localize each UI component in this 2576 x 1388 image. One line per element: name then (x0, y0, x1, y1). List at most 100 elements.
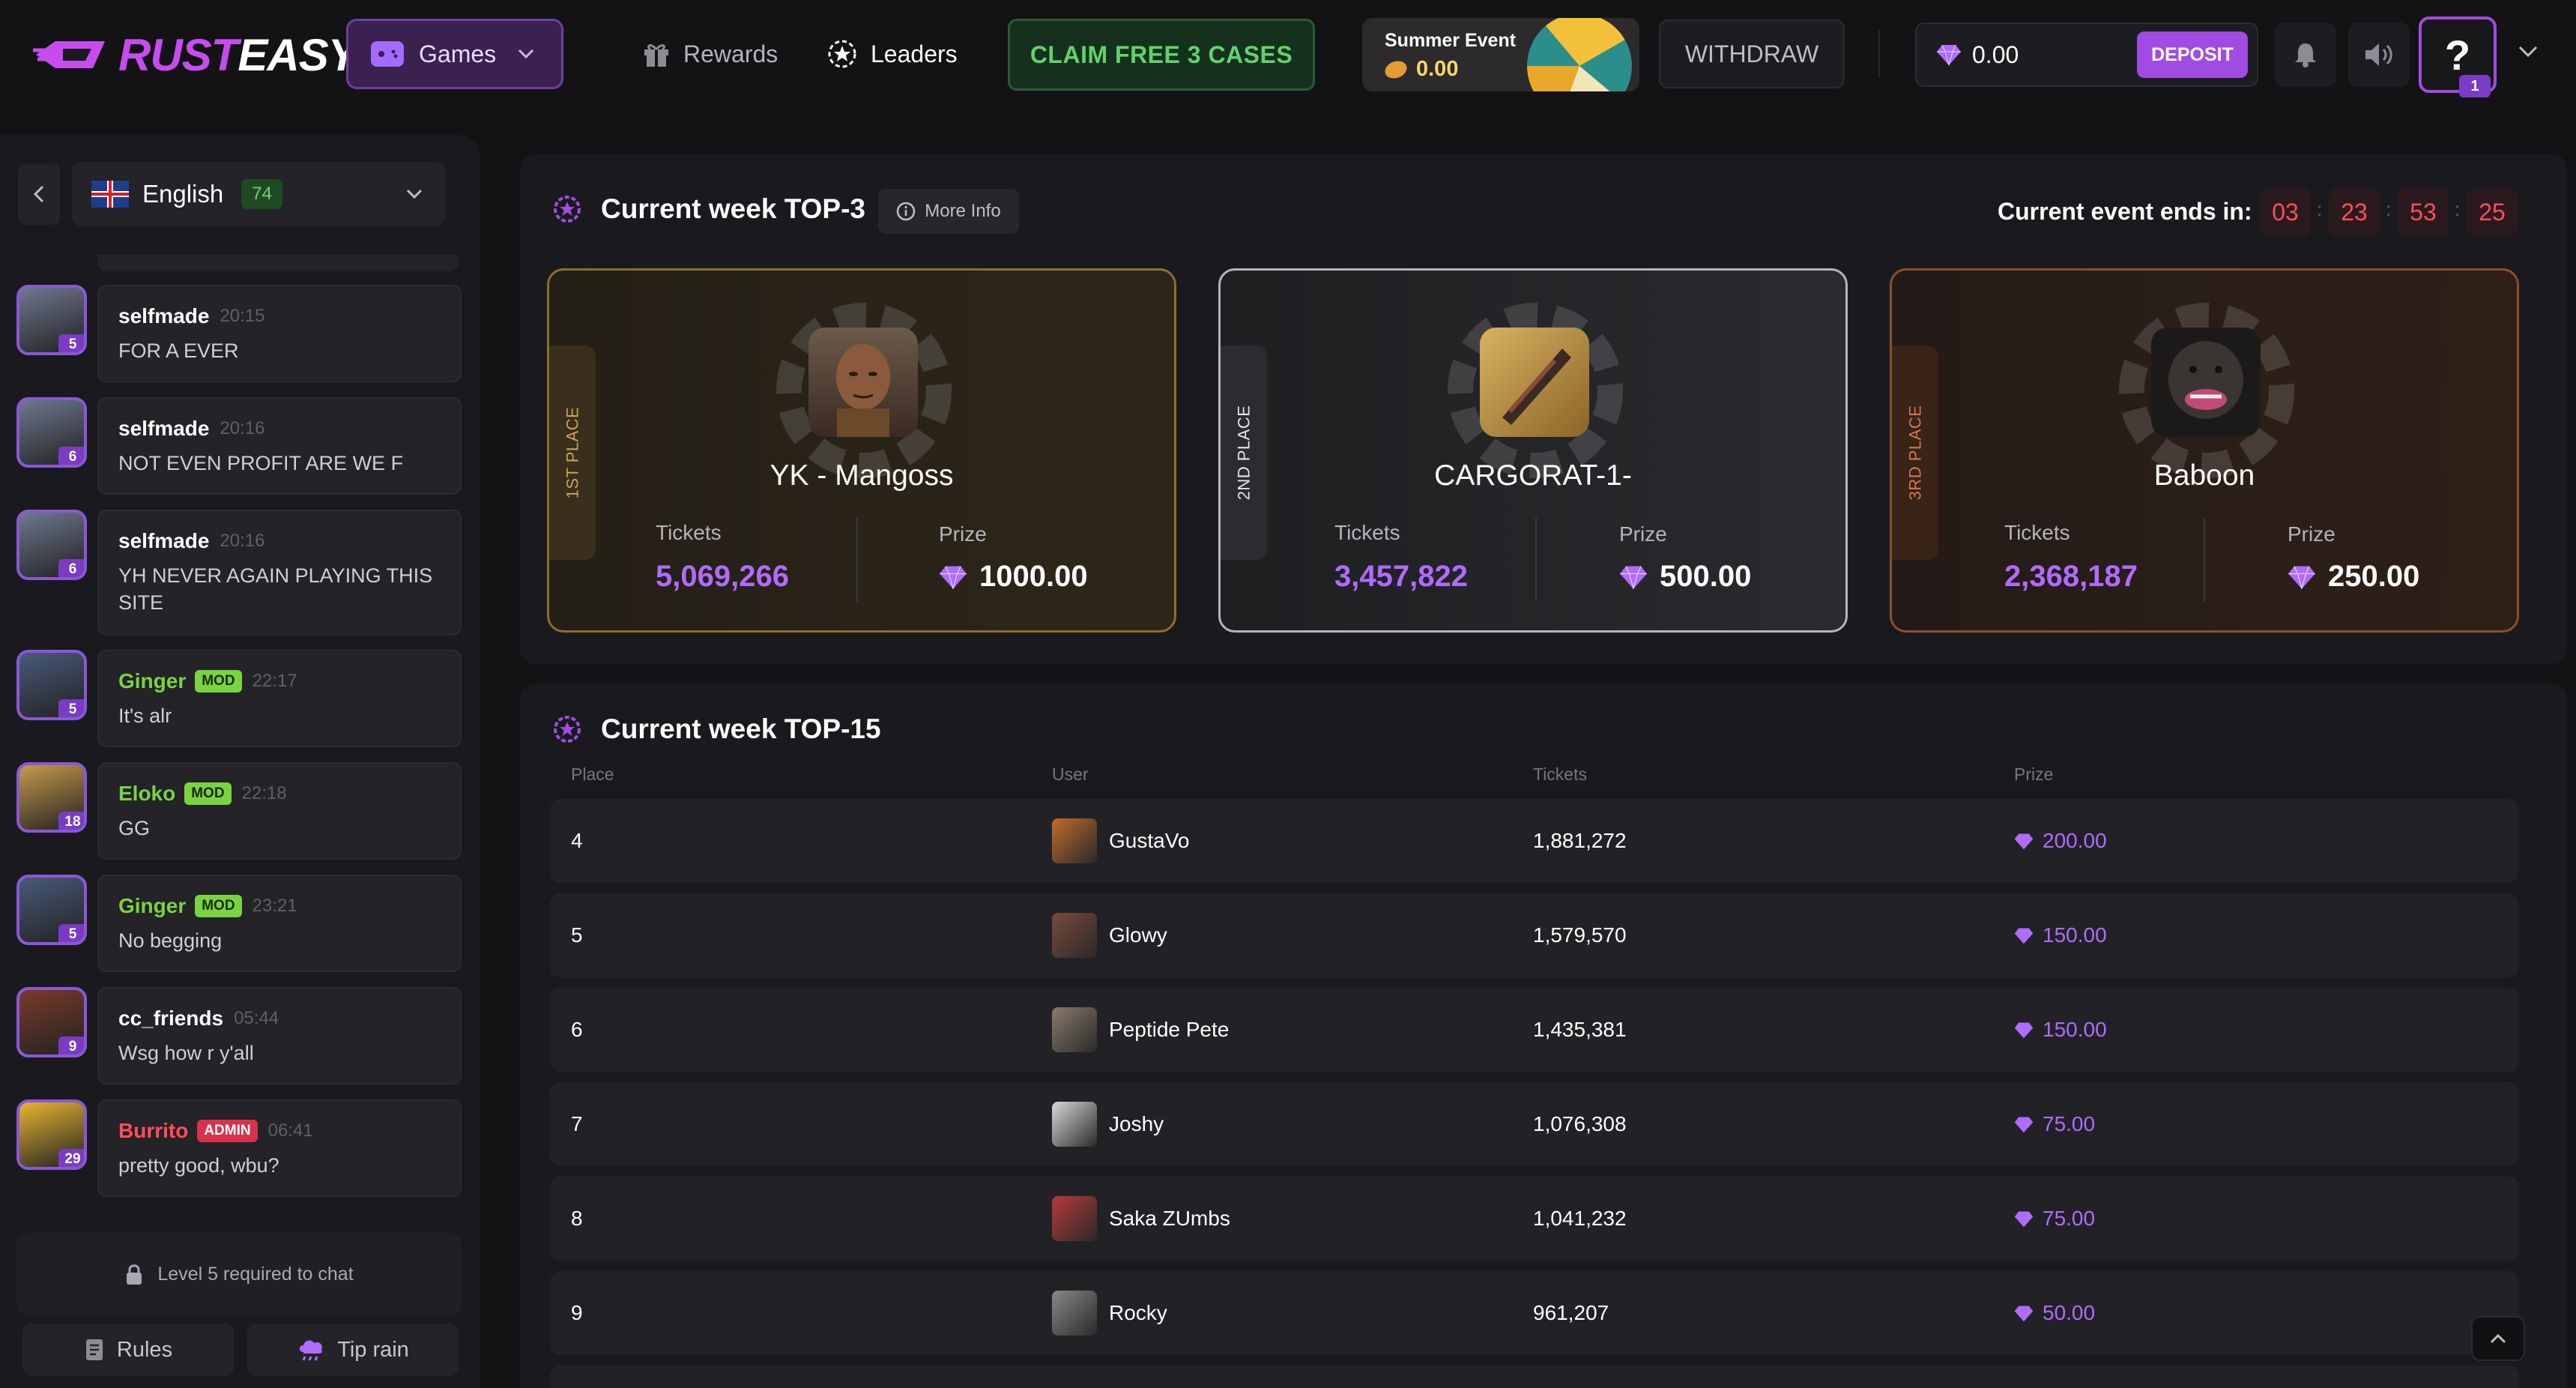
more-info-button[interactable]: More Info (878, 189, 1019, 234)
chevron-down-icon (518, 49, 534, 59)
tip-rain-button[interactable]: Tip rain (247, 1324, 459, 1376)
prize-value: 250.00 (2288, 560, 2419, 594)
chat-locked-notice: Level 5 required to chat (16, 1233, 462, 1315)
bell-icon (2295, 43, 2316, 67)
chat-username[interactable]: Eloko (118, 782, 175, 806)
help-button[interactable]: ? 1 (2419, 16, 2497, 97)
avatar[interactable]: 6 (16, 397, 87, 468)
prize-amount: 150.00 (2043, 1018, 2107, 1041)
tip-rain-label: Tip rain (337, 1337, 409, 1362)
chat-bubble: selfmade 20:16 YH NEVER AGAIN PLAYING THIS… (97, 510, 462, 636)
user-cell: Joshy (1052, 1082, 1164, 1166)
language-label: English (142, 180, 224, 208)
prize-amount: 75.00 (2043, 1112, 2096, 1135)
gift-icon (644, 44, 668, 67)
table-row[interactable]: 6 Peptide Pete 1,435,381 150.00 (550, 988, 2519, 1072)
level-badge: 5 (58, 924, 84, 942)
username[interactable]: Peptide Pete (1109, 1018, 1229, 1042)
avatar[interactable]: 5 (16, 875, 87, 945)
chat-message: 18 Eloko MOD 22:18 GG (16, 762, 462, 860)
tickets-cell: 1,041,232 (1533, 1207, 1627, 1230)
username[interactable]: GustaVo (1109, 829, 1189, 853)
third-place-card[interactable]: 3RD PLACE Baboon Tickets 2,368,187 Prize… (1890, 268, 2519, 633)
summer-event-widget[interactable]: Summer Event 0.00 (1362, 18, 1639, 91)
lock-icon (127, 1264, 142, 1285)
second-place-card[interactable]: 2ND PLACE CARGORAT-1- Tickets 3,457,822 … (1218, 268, 1848, 633)
chat-username[interactable]: selfmade (118, 529, 209, 553)
logo-part-rust: RUST (118, 29, 238, 80)
top3-title: Current week TOP-3 (551, 193, 865, 225)
summer-event-title: Summer Event (1385, 30, 1517, 51)
place-ribbon: 3RD PLACE (1892, 346, 1938, 560)
level-badge: 6 (58, 559, 84, 577)
collapse-chat-button[interactable] (18, 163, 60, 225)
logo-text: RUSTEASY (118, 29, 358, 81)
top15-title-text: Current week TOP-15 (601, 713, 881, 744)
chat-username[interactable]: selfmade (118, 304, 209, 328)
chat-message: 5 Ginger MOD 23:21 No begging (16, 875, 462, 972)
nav-leaders[interactable]: Leaders (826, 30, 958, 78)
first-place-card[interactable]: 1ST PLACE YK - Mangoss Tickets 5,069,266… (547, 268, 1176, 633)
chat-username[interactable]: Burrito (118, 1119, 188, 1143)
top3-title-text: Current week TOP-3 (601, 193, 865, 224)
sound-toggle-button[interactable] (2348, 22, 2410, 87)
role-badge: ADMIN (197, 1120, 258, 1142)
table-row[interactable]: 8 Saka ZUmbs 1,041,232 75.00 (550, 1177, 2519, 1261)
chat-bubble: Ginger MOD 22:17 It's alr (97, 650, 462, 747)
language-selector[interactable]: English 74 (72, 162, 445, 226)
prize-label: Prize (2288, 522, 2335, 546)
column-header-user: User (1052, 764, 1089, 784)
avatar[interactable]: 18 (16, 762, 87, 833)
chat-message-partial (97, 255, 459, 271)
withdraw-button[interactable]: WITHDRAW (1659, 19, 1845, 88)
prize-cell: 50.00 (2014, 1271, 2095, 1355)
chat-message: 5 selfmade 20:15 FOR A EVER (16, 285, 462, 382)
avatar[interactable]: 5 (16, 285, 87, 355)
nav-rewards[interactable]: Rewards (641, 30, 778, 78)
countdown-minutes: 53 (2398, 189, 2449, 235)
username[interactable]: Rocky (1109, 1301, 1167, 1325)
card-divider (2204, 518, 2205, 602)
chat-username[interactable]: Ginger (118, 894, 186, 918)
chat-text: Wsg how r y'all (118, 1042, 254, 1064)
table-row[interactable]: 7 Joshy 1,076,308 75.00 (550, 1082, 2519, 1166)
avatar[interactable]: 9 (16, 987, 87, 1057)
chat-username[interactable]: Ginger (118, 669, 186, 693)
table-row[interactable]: 4 GustaVo 1,881,272 200.00 (550, 799, 2519, 883)
username[interactable]: Saka ZUmbs (1109, 1207, 1230, 1231)
place-cell: 8 (571, 1207, 583, 1230)
gem-icon (2288, 565, 2315, 589)
summer-event-value: 0.00 (1382, 57, 1458, 82)
notifications-button[interactable] (2275, 22, 2336, 87)
tickets-label: Tickets (2004, 521, 2070, 544)
table-row[interactable]: 5 Glowy 1,579,570 150.00 (550, 893, 2519, 977)
deposit-button[interactable]: DEPOSIT (2137, 31, 2248, 78)
user-cell: Glowy (1052, 893, 1167, 977)
avatar[interactable]: 29 (16, 1099, 87, 1170)
site-logo[interactable]: RUSTEASY (33, 28, 358, 81)
prize-amount: 1000.00 (979, 560, 1088, 593)
chat-timestamp: 20:16 (220, 531, 265, 551)
username[interactable]: Glowy (1109, 923, 1167, 947)
avatar[interactable]: 5 (16, 650, 87, 720)
chat-username[interactable]: selfmade (118, 417, 209, 441)
place-cell: 4 (571, 829, 583, 852)
speaker-icon (2365, 43, 2392, 66)
account-menu-chevron-icon[interactable] (2518, 45, 2539, 58)
claim-free-cases-button[interactable]: CLAIM FREE 3 CASES (1008, 19, 1315, 91)
avatar[interactable]: 6 (16, 510, 87, 580)
tickets-cell: 1,579,570 (1533, 923, 1627, 947)
level-badge: 9 (58, 1037, 84, 1054)
chat-username[interactable]: cc_friends (118, 1007, 223, 1031)
chevron-left-icon (33, 185, 44, 203)
gem-icon (2014, 833, 2034, 849)
chat-bubble: selfmade 20:16 NOT EVEN PROFIT ARE WE F (97, 397, 462, 495)
rules-button[interactable]: Rules (22, 1324, 234, 1376)
username[interactable]: Joshy (1109, 1112, 1164, 1136)
games-dropdown-button[interactable]: Games (346, 19, 563, 89)
scroll-to-top-button[interactable] (2471, 1316, 2525, 1361)
chat-timestamp: 22:18 (241, 783, 287, 803)
level-badge: 18 (58, 812, 84, 830)
table-row[interactable]: 9 Rocky 961,207 50.00 (550, 1271, 2519, 1355)
more-info-label: More Info (925, 201, 1001, 221)
